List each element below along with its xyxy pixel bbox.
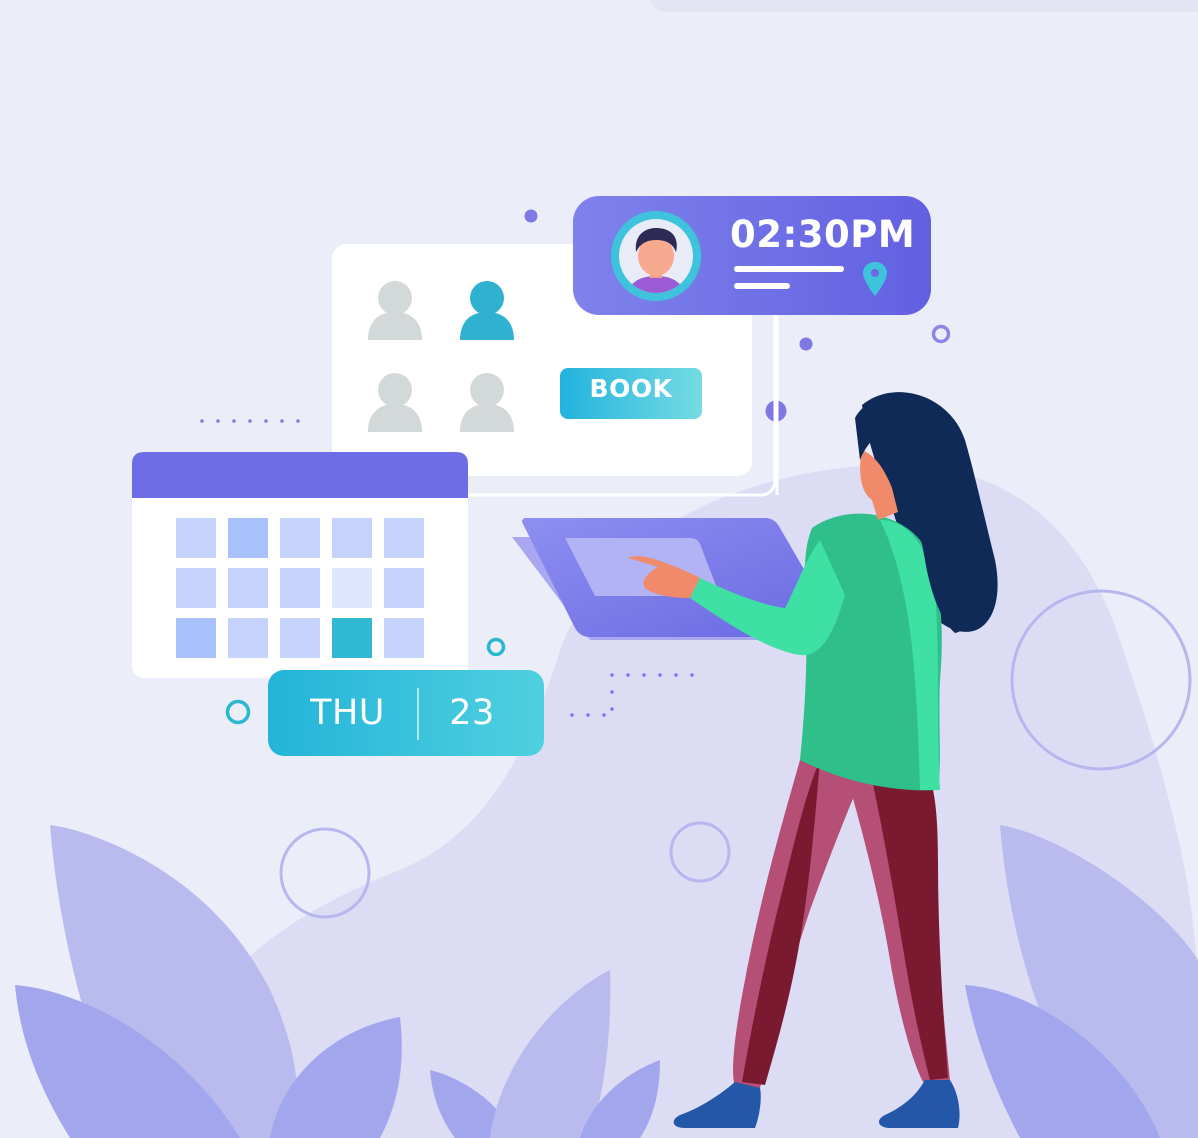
calendar-day-grid (176, 518, 424, 658)
date-badge-date: 23 (449, 693, 495, 733)
calendar-widget (132, 452, 468, 678)
top-shadow-bar (650, 0, 1198, 12)
booking-illustration: 02:30PM BOOK THU 23 (0, 0, 1198, 1138)
date-badge-day: THU (310, 693, 385, 733)
book-button[interactable]: BOOK (562, 376, 700, 401)
appointment-time: 02:30PM (730, 213, 916, 256)
user-avatar-icon (611, 211, 701, 301)
